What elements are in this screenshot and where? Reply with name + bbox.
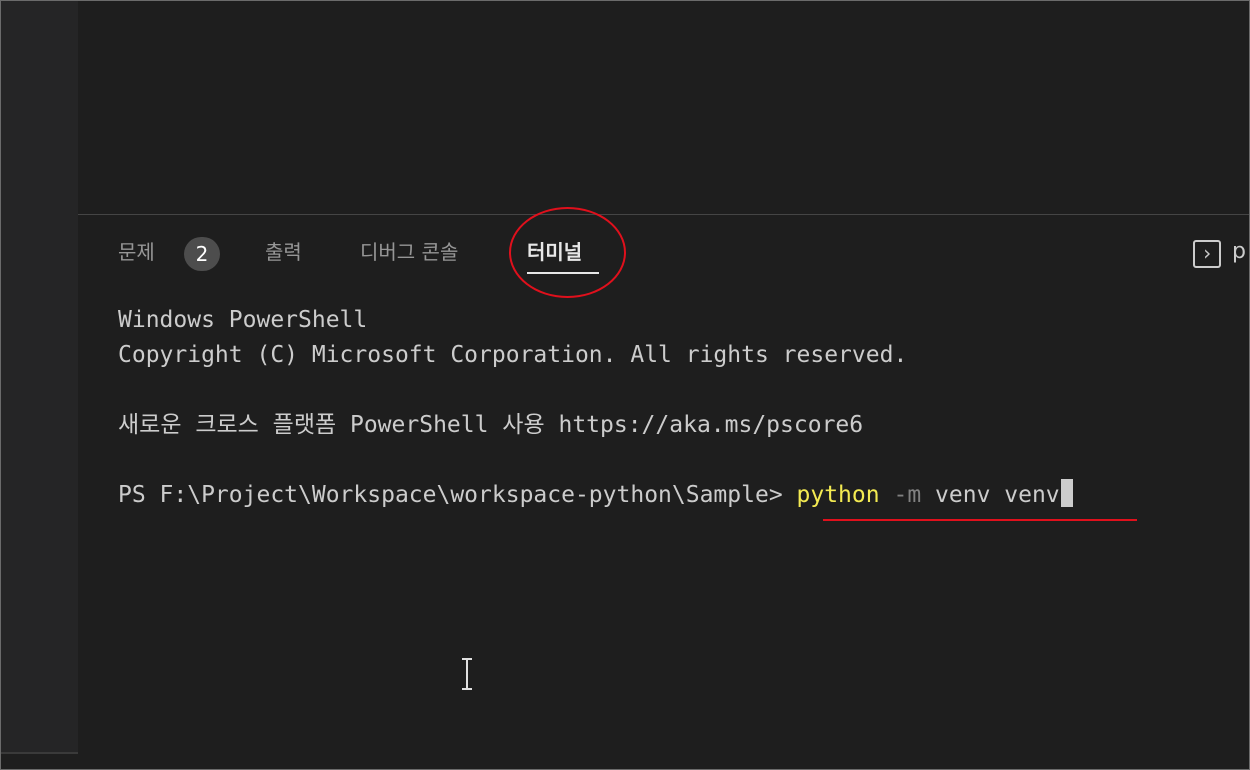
- terminal-prompt-icon[interactable]: ›: [1193, 240, 1221, 268]
- tab-output[interactable]: 출력: [265, 237, 302, 267]
- terminal-line: Windows PowerShell: [118, 307, 368, 333]
- command-name: python: [796, 482, 880, 508]
- terminal-name[interactable]: p: [1232, 239, 1246, 264]
- terminal-cursor: [1060, 479, 1073, 507]
- terminal-line: Copyright (C) Microsoft Corporation. All…: [118, 342, 908, 368]
- sidebar-divider: [1, 752, 78, 754]
- ibeam-cursor-icon: [462, 658, 472, 690]
- sidebar-strip: [1, 1, 78, 753]
- editor-area: [78, 1, 1249, 214]
- panel-tabs: 문제 2 출력 디버그 콘솔 터미널 › p: [78, 207, 1249, 298]
- annotation-circle: [509, 207, 626, 298]
- command-flag: -m: [893, 482, 922, 508]
- bottom-panel: 문제 2 출력 디버그 콘솔 터미널 › p Windows PowerShel…: [78, 207, 1249, 769]
- problems-count-badge: 2: [184, 237, 220, 271]
- tab-debug-console[interactable]: 디버그 콘솔: [360, 237, 458, 267]
- terminal-line: 새로운 크로스 플랫폼 PowerShell 사용 https://aka.ms…: [118, 412, 864, 438]
- annotation-underline: [823, 519, 1137, 521]
- command-args: venv venv: [935, 482, 1060, 508]
- terminal-prompt: PS F:\Project\Workspace\workspace-python…: [118, 482, 797, 508]
- tab-problems[interactable]: 문제: [118, 237, 155, 267]
- terminal-prompt-line: PS F:\Project\Workspace\workspace-python…: [118, 478, 1073, 512]
